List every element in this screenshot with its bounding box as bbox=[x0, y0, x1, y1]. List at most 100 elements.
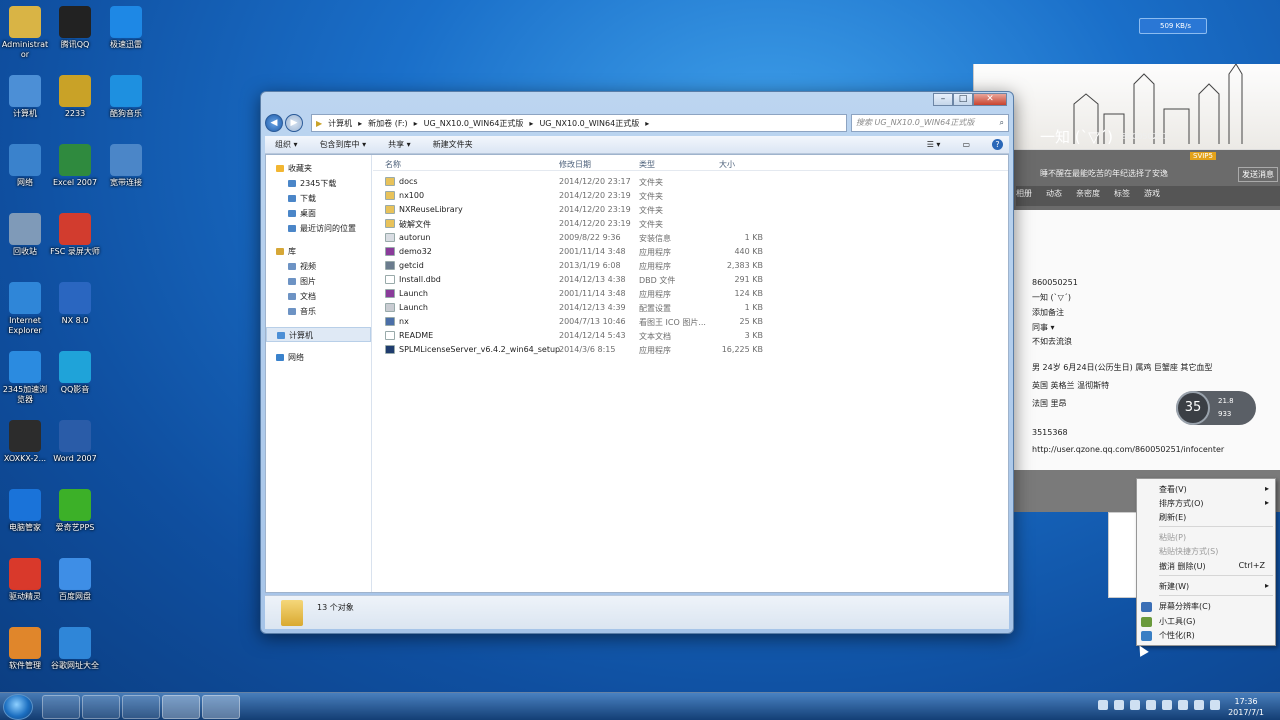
desktop-icon[interactable]: 电脑管家 bbox=[0, 489, 50, 533]
nav-favorite-item[interactable]: 最近访问的位置 bbox=[266, 221, 371, 236]
toolbar-button[interactable]: 新建文件夹 bbox=[433, 139, 473, 150]
desktop-icon[interactable]: Administrat or bbox=[0, 6, 50, 60]
nav-network[interactable]: 网络 bbox=[266, 350, 371, 365]
tray-icon-3[interactable] bbox=[1130, 700, 1140, 710]
desktop-icon[interactable]: 宽带连接 bbox=[101, 144, 151, 188]
breadcrumb-item[interactable]: 新加卷 (F:) bbox=[368, 118, 407, 129]
tray-icon-1[interactable] bbox=[1098, 700, 1108, 710]
breadcrumb-item[interactable]: 计算机 bbox=[328, 118, 352, 129]
search-icon[interactable]: ⌕ bbox=[1000, 115, 1004, 131]
desktop-icon[interactable]: 极速迅雷 bbox=[101, 6, 151, 50]
speed-gauge-widget[interactable]: 35 21.8 933 bbox=[1176, 391, 1256, 425]
file-row[interactable]: NXReuseLibrary 2014/12/20 23:19 文件夹 bbox=[373, 203, 1008, 217]
explorer-window[interactable]: – □ ✕ ◀ ▶ ▶ 计算机 ▸ 新加卷 (F:) ▸ UG_NX10.0_WIN64正… bbox=[260, 91, 1014, 634]
desktop-icon[interactable]: QQ影音 bbox=[50, 351, 100, 395]
close-button[interactable]: ✕ bbox=[973, 93, 1007, 106]
taskbar-ie-icon[interactable] bbox=[82, 695, 120, 719]
nav-library-item[interactable]: 图片 bbox=[266, 274, 371, 289]
desktop-icon[interactable]: Internet Explorer bbox=[0, 282, 50, 336]
chevron-right-icon[interactable]: ▸ bbox=[529, 119, 533, 128]
menu-item[interactable]: 小工具(G) bbox=[1159, 616, 1195, 627]
taskbar-baidu-icon[interactable] bbox=[42, 695, 80, 719]
menu-item[interactable]: 新建(W) bbox=[1159, 581, 1189, 592]
view-options-icon[interactable]: ☰ ▾ bbox=[927, 140, 941, 149]
qq-tab[interactable]: 亲密度 bbox=[1076, 188, 1100, 199]
nav-favorite-item[interactable]: 下载 bbox=[266, 191, 371, 206]
file-row[interactable]: Install.dbd 2014/12/13 4:38 DBD 文件 291 KB bbox=[373, 273, 1008, 287]
toolbar-button[interactable]: 共享 ▾ bbox=[388, 139, 411, 150]
desktop-icon[interactable]: 百度网盘 bbox=[50, 558, 100, 602]
column-header[interactable]: 名称 bbox=[385, 159, 401, 170]
qq-info-line[interactable]: 添加备注 bbox=[1032, 307, 1064, 318]
toolbar-button[interactable]: 组织 ▾ bbox=[275, 139, 298, 150]
file-row[interactable]: docs 2014/12/20 23:17 文件夹 bbox=[373, 175, 1008, 189]
file-row[interactable]: README 2014/12/14 5:43 文本文档 3 KB bbox=[373, 329, 1008, 343]
clock[interactable]: 17:36 2017/7/1 bbox=[1228, 696, 1264, 718]
toolbar-button[interactable]: 包含到库中 ▾ bbox=[320, 139, 367, 150]
tray-icon-8[interactable] bbox=[1210, 700, 1220, 710]
nav-favorite-item[interactable]: 桌面 bbox=[266, 206, 371, 221]
desktop-icon[interactable]: XOXKX-2... bbox=[0, 420, 50, 464]
file-row[interactable]: 破解文件 2014/12/20 23:19 文件夹 bbox=[373, 217, 1008, 231]
menu-item[interactable]: 刷新(E) bbox=[1159, 512, 1186, 523]
help-icon[interactable]: ? bbox=[992, 139, 1003, 150]
desktop-icon[interactable]: 谷歌网址大全 bbox=[50, 627, 100, 671]
qq-info-line[interactable]: http://user.qzone.qq.com/860050251/infoc… bbox=[1032, 445, 1224, 454]
tray-icon-5[interactable] bbox=[1162, 700, 1172, 710]
desktop-icon[interactable]: NX 8.0 bbox=[50, 282, 100, 326]
nav-library-item[interactable]: 文档 bbox=[266, 289, 371, 304]
tray-icon-7[interactable] bbox=[1194, 700, 1204, 710]
tray-icon-2[interactable] bbox=[1114, 700, 1124, 710]
file-row[interactable]: Launch 2001/11/14 3:48 应用程序 124 KB bbox=[373, 287, 1008, 301]
nav-favorite-item[interactable]: 2345下载 bbox=[266, 176, 371, 191]
taskbar-recorder-icon[interactable] bbox=[122, 695, 160, 719]
file-row[interactable]: autorun 2009/8/22 9:36 安装信息 1 KB bbox=[373, 231, 1008, 245]
desktop-icon[interactable]: 爱奇艺PPS bbox=[50, 489, 100, 533]
desktop-icon[interactable]: 软件管理 bbox=[0, 627, 50, 671]
qq-tab[interactable]: 动态 bbox=[1046, 188, 1062, 199]
file-row[interactable]: nx 2004/7/13 10:46 看图王 ICO 图片... 25 KB bbox=[373, 315, 1008, 329]
taskbar-explorer-icon[interactable] bbox=[202, 695, 240, 719]
preview-pane-icon[interactable]: ▭ bbox=[962, 140, 970, 149]
forward-button[interactable]: ▶ bbox=[285, 114, 303, 132]
menu-item[interactable]: 屏幕分辨率(C) bbox=[1159, 601, 1211, 612]
chevron-right-icon[interactable]: ▸ bbox=[645, 119, 649, 128]
minimize-button[interactable]: – bbox=[933, 93, 953, 106]
nav-libraries[interactable]: 库 bbox=[266, 244, 371, 259]
file-row[interactable]: SPLMLicenseServer_v6.4.2_win64_setup 2014… bbox=[373, 343, 1008, 357]
breadcrumb-item[interactable]: UG_NX10.0_WIN64正式版 bbox=[539, 118, 639, 129]
desktop-icon[interactable]: 2345加速浏览器 bbox=[0, 351, 50, 405]
file-row[interactable]: nx100 2014/12/20 23:19 文件夹 bbox=[373, 189, 1008, 203]
qq-tab[interactable]: 游戏 bbox=[1144, 188, 1160, 199]
desktop-icon[interactable]: Excel 2007 bbox=[50, 144, 100, 188]
column-header[interactable]: 修改日期 bbox=[559, 159, 591, 170]
send-message-button[interactable]: 发送消息 bbox=[1238, 167, 1278, 182]
desktop-icon[interactable]: FSC 录屏大师 bbox=[50, 213, 100, 257]
nav-library-item[interactable]: 视频 bbox=[266, 259, 371, 274]
chevron-right-icon[interactable]: ▸ bbox=[414, 119, 418, 128]
qq-tab[interactable]: 相册 bbox=[1016, 188, 1032, 199]
desktop-icon[interactable]: 回收站 bbox=[0, 213, 50, 257]
menu-item[interactable]: 查看(V) bbox=[1159, 484, 1187, 495]
maximize-button[interactable]: □ bbox=[953, 93, 973, 106]
net-speed-widget[interactable]: 509 KB/s bbox=[1139, 18, 1207, 34]
desktop-icon[interactable]: 驱动精灵 bbox=[0, 558, 50, 602]
column-header[interactable]: 大小 bbox=[719, 159, 735, 170]
taskbar-app-icon[interactable] bbox=[162, 695, 200, 719]
menu-item[interactable]: 个性化(R) bbox=[1159, 630, 1195, 641]
tray-icon-6[interactable] bbox=[1178, 700, 1188, 710]
search-input[interactable]: 搜索 UG_NX10.0_WIN64正式版 ⌕ bbox=[851, 114, 1009, 132]
column-header[interactable]: 类型 bbox=[639, 159, 655, 170]
file-row[interactable]: getcid 2013/1/19 6:08 应用程序 2,383 KB bbox=[373, 259, 1008, 273]
start-button[interactable] bbox=[3, 694, 33, 720]
back-button[interactable]: ◀ bbox=[265, 114, 283, 132]
file-row[interactable]: Launch 2014/12/13 4:39 配置设置 1 KB bbox=[373, 301, 1008, 315]
nav-library-item[interactable]: 音乐 bbox=[266, 304, 371, 319]
desktop-icon[interactable]: 酷狗音乐 bbox=[101, 75, 151, 119]
desktop-icon[interactable]: 腾讯QQ bbox=[50, 6, 100, 50]
menu-item[interactable]: 撤消 删除(U) bbox=[1159, 561, 1206, 572]
qq-tab[interactable]: 标签 bbox=[1114, 188, 1130, 199]
desktop-icon[interactable]: Word 2007 bbox=[50, 420, 100, 464]
nav-favorites[interactable]: 收藏夹 bbox=[266, 161, 371, 176]
breadcrumb-item[interactable]: UG_NX10.0_WIN64正式版 bbox=[424, 118, 524, 129]
